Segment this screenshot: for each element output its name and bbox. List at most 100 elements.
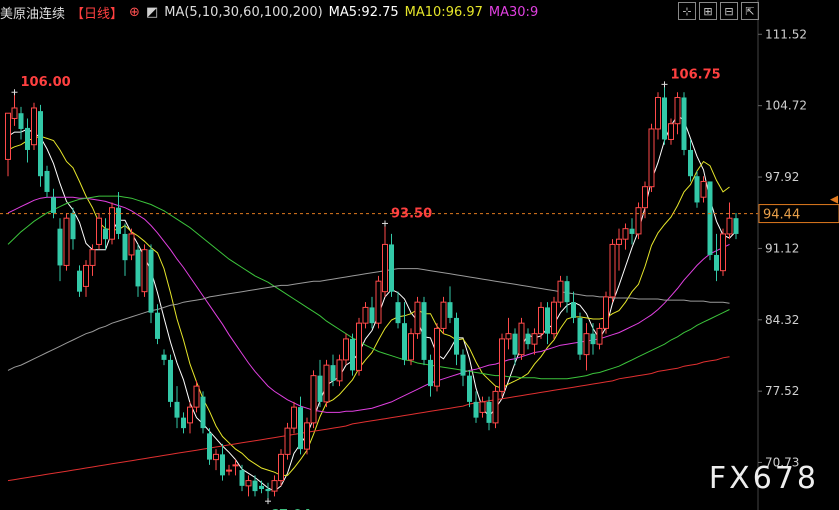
candle-body-up <box>499 338 505 392</box>
crosshair-icon[interactable]: ⊹ <box>678 2 696 20</box>
candlestick-chart[interactable]: 111.52104.7297.9291.1284.3277.5270.7394.… <box>0 0 839 510</box>
candle-body-down <box>220 454 225 476</box>
candle-body-down <box>207 433 212 460</box>
y-tick-label: 111.52 <box>765 27 807 41</box>
candle-body-up <box>271 480 278 492</box>
candle-body-up <box>668 123 674 140</box>
candle-body-down <box>148 249 154 313</box>
candle-body-down <box>44 170 50 192</box>
candle-body-up <box>622 228 629 240</box>
candle-body-up <box>336 359 343 382</box>
ma5-value: MA5:92.75 <box>328 4 399 20</box>
price-arrow-icon <box>830 195 838 204</box>
candle-body-down <box>454 317 459 355</box>
candle-body-up <box>362 306 369 324</box>
candle-body-down <box>135 249 141 287</box>
candle-body-down <box>694 176 700 203</box>
settings-gear-icon[interactable]: ⊕ <box>129 5 140 20</box>
candle-body-up <box>232 464 239 467</box>
candle-body-up <box>128 233 135 256</box>
ma-line-ma10 <box>7 135 730 476</box>
period-label[interactable]: 【日线】 <box>71 3 123 22</box>
candle-body-down <box>460 354 466 376</box>
candle-body-down <box>265 489 271 492</box>
candle-body-down <box>259 485 264 490</box>
candle-body-up <box>596 327 603 345</box>
ma-indicator-icon[interactable]: ◩ <box>146 5 158 20</box>
candle-body-down <box>389 244 394 292</box>
expand-icon[interactable]: ⇱ <box>741 2 759 20</box>
candle-body-down <box>239 470 245 486</box>
candle-body-up <box>434 327 440 387</box>
candle-body-up <box>414 301 421 335</box>
candle-body-up <box>518 322 525 356</box>
candle-body-down <box>252 480 258 492</box>
candle-body-up <box>63 217 70 266</box>
y-tick-label: 84.32 <box>765 313 799 327</box>
candle-body-down <box>51 197 56 213</box>
candle-body-up <box>343 338 349 361</box>
candle-body-down <box>18 113 24 129</box>
zoom-out-icon[interactable]: ⊟ <box>720 2 738 20</box>
candle-body-down <box>733 218 739 234</box>
candle-body-down <box>525 333 531 345</box>
candle-body-up <box>109 207 115 240</box>
zoom-in-icon[interactable]: ⊞ <box>699 2 717 20</box>
candle-body-down <box>662 97 667 140</box>
ma30-value: MA30:9 <box>488 4 539 20</box>
candle-body-up <box>609 243 616 298</box>
candle-body-up <box>583 333 590 356</box>
candle-body-up <box>83 264 89 287</box>
candle-body-up <box>440 301 447 329</box>
candle-body-up <box>310 375 317 424</box>
candle-body-down <box>298 407 303 450</box>
candle-body-up <box>5 112 11 160</box>
candle-body-down <box>330 365 336 381</box>
candle-body-down <box>421 302 427 360</box>
candle-body-down <box>577 317 583 355</box>
candle-body-down <box>707 181 713 255</box>
candle-body-down <box>369 307 375 324</box>
candle-body-down <box>350 338 355 371</box>
candle-body-up <box>213 453 219 461</box>
candle-body-up <box>655 96 661 130</box>
candle-body-down <box>571 302 576 318</box>
candle-body-down <box>447 302 453 318</box>
candle-body-up <box>557 280 564 303</box>
candle-body-up <box>479 401 486 413</box>
candle-body-down <box>317 375 323 402</box>
price-annotation: 106.00 <box>21 75 71 90</box>
candle-body-down <box>714 254 719 271</box>
ma-params-label[interactable]: MA(5,10,30,60,100,200) <box>164 5 322 20</box>
candle-body-down <box>629 228 635 234</box>
y-tick-label: 104.72 <box>765 99 807 113</box>
candle-body-up <box>648 128 655 188</box>
candle-body-down <box>25 127 30 150</box>
candle-body-down <box>70 212 76 240</box>
candle-body-down <box>467 375 472 402</box>
candle-body-down <box>473 401 479 418</box>
candle-body-up <box>726 217 733 235</box>
candle-body-down <box>681 97 687 150</box>
y-tick-label: 97.92 <box>765 170 799 184</box>
candle-body-up <box>642 186 648 209</box>
candle-body-up <box>603 296 609 329</box>
candle-body-up <box>382 243 388 293</box>
candle-body-up <box>291 406 297 429</box>
candle-body-up <box>375 280 382 324</box>
candle-body-up <box>323 364 330 403</box>
last-price-label: 94.44 <box>763 208 800 223</box>
candle-body-up <box>356 322 362 371</box>
candle-body-down <box>486 401 492 423</box>
candle-body-up <box>635 207 642 235</box>
candle-body-up <box>278 453 284 482</box>
candle-body-up <box>551 301 557 335</box>
y-tick-label: 77.52 <box>765 384 799 398</box>
candle-body-up <box>245 480 252 487</box>
ma-line-ma100 <box>7 268 730 371</box>
price-annotation: 106.75 <box>671 67 721 82</box>
candle-body-down <box>590 333 596 345</box>
candle-body-up <box>531 333 538 345</box>
candle-body-up <box>408 333 414 361</box>
candle-body-down <box>161 354 167 360</box>
